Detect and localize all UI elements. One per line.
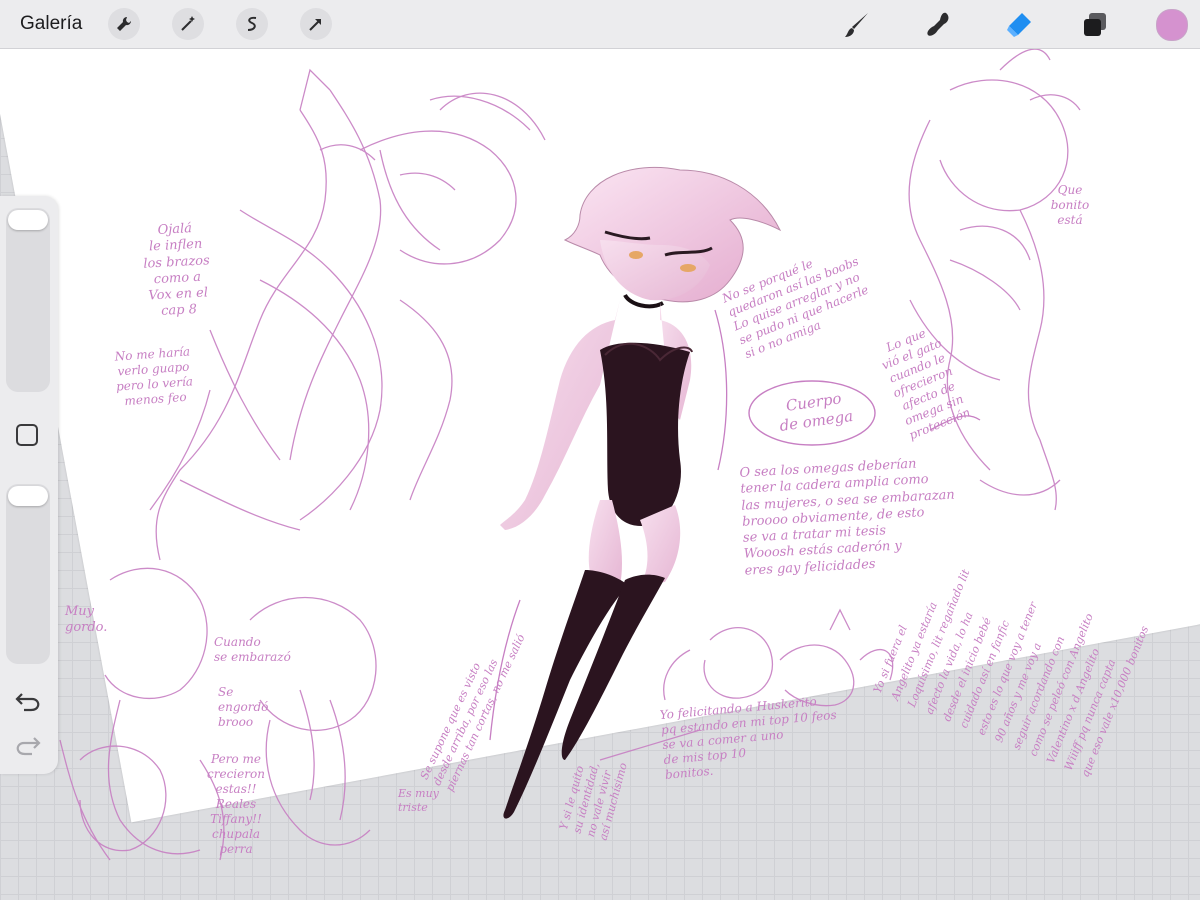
adjustments-button[interactable] — [172, 8, 204, 40]
magic-wand-icon — [181, 16, 195, 31]
brush-icon — [845, 13, 868, 37]
wrench-icon — [117, 16, 132, 31]
opacity-knob[interactable] — [8, 486, 48, 506]
smudge-tool-button[interactable] — [922, 8, 956, 42]
brush-size-knob[interactable] — [8, 210, 48, 230]
selection-button[interactable] — [236, 8, 268, 40]
note-que-bonito: Que bonito está — [1050, 183, 1090, 227]
selection-icon — [247, 16, 257, 31]
actions-button[interactable] — [108, 8, 140, 40]
layers-button[interactable] — [1078, 8, 1112, 42]
note-muy-triste: Es muy triste — [398, 787, 439, 814]
color-swatch-button[interactable] — [1156, 9, 1188, 41]
smudge-icon — [927, 12, 949, 36]
note-pero-me: Pero me crecieron estas!! Reales Tiffany… — [207, 752, 265, 856]
opacity-slider[interactable] — [6, 484, 50, 664]
note-muy-gordo: Muy gordo. — [65, 604, 108, 636]
brush-size-slider[interactable] — [6, 208, 50, 392]
eraser-tool-button[interactable] — [1002, 8, 1036, 42]
modify-button[interactable] — [16, 424, 38, 446]
eraser-icon — [1007, 13, 1031, 37]
gallery-button[interactable]: Galería — [20, 13, 82, 35]
note-guapo: No me haría verlo guapo pero lo vería me… — [114, 344, 194, 409]
transform-arrow-icon — [309, 19, 321, 31]
redo-icon[interactable] — [14, 732, 42, 760]
note-engordo: Se engordó brooo — [218, 685, 269, 729]
note-ojala: Ojalá le inflen los brazos como a Vox en… — [142, 221, 211, 320]
top-toolbar: Galería — [0, 0, 1200, 49]
layers-icon — [1084, 13, 1106, 36]
note-cuando: Cuando se embarazó — [214, 635, 291, 664]
left-sidebar — [0, 196, 58, 774]
brush-tool-button[interactable] — [840, 8, 874, 42]
undo-icon[interactable] — [14, 688, 42, 716]
transform-button[interactable] — [300, 8, 332, 40]
sketch-character-right — [908, 48, 1081, 511]
